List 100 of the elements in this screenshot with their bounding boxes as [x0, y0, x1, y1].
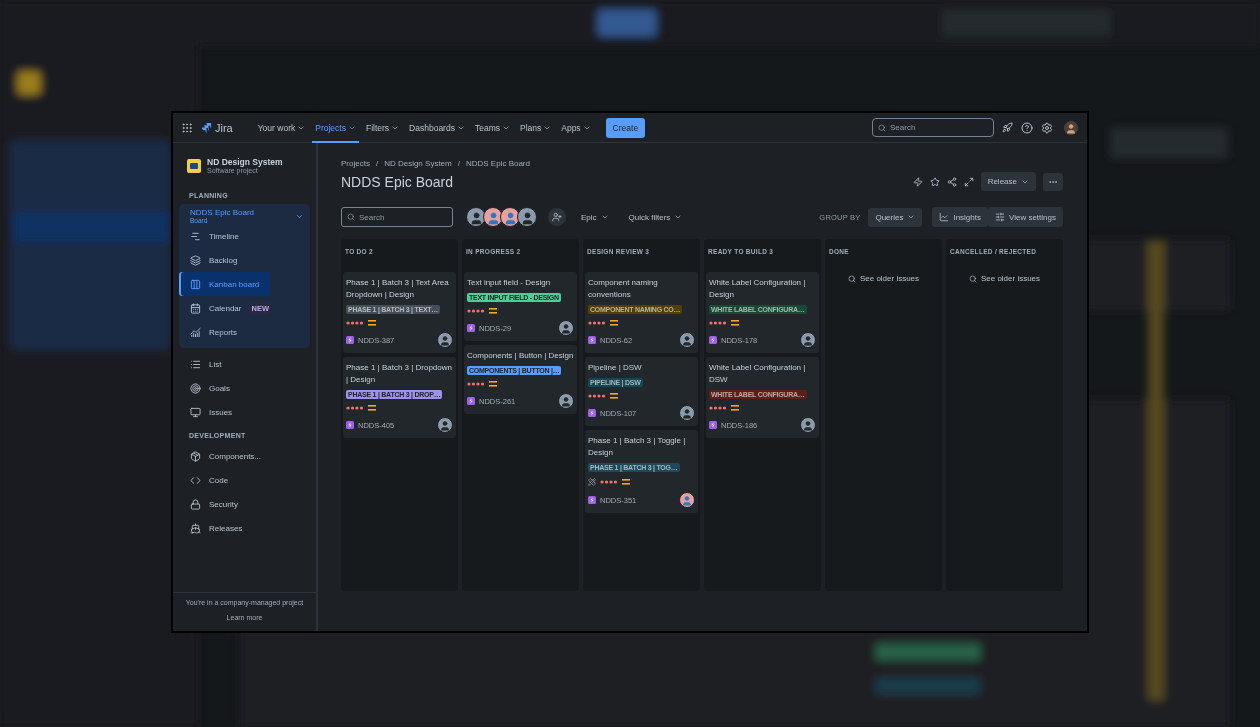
expand-icon[interactable] [963, 176, 974, 187]
avatar[interactable] [466, 207, 486, 227]
search-field[interactable]: Search [341, 207, 453, 227]
sidebar-item[interactable]: List [179, 352, 310, 376]
monitor-icon [190, 406, 201, 418]
equals-icon [368, 320, 376, 326]
see-older-issues-link[interactable]: See older issues [827, 274, 940, 283]
lightning-icon [467, 397, 475, 405]
dots-icon [709, 406, 727, 410]
sidebar-item[interactable]: Issues [179, 400, 310, 424]
search-icon [878, 123, 886, 132]
profile-avatar[interactable] [1063, 119, 1079, 136]
lightning-icon [588, 336, 596, 344]
card-title: Component naming conventions [588, 277, 659, 301]
package-icon [190, 450, 201, 462]
star-icon[interactable] [929, 176, 940, 187]
equals-icon [731, 320, 739, 326]
dots-icon [467, 382, 485, 386]
sidebar-item[interactable]: Security [179, 492, 310, 516]
sliders-icon [995, 212, 1005, 222]
lightning-icon [709, 336, 717, 344]
nav-tab[interactable]: Projects [312, 112, 359, 143]
logo-text: Jira [215, 121, 233, 134]
lightning-icon [346, 421, 354, 429]
settings-icon[interactable] [1041, 121, 1053, 134]
lightning-icon[interactable] [912, 176, 923, 187]
sidebar-item[interactable]: Components... [179, 444, 310, 468]
dots-icon [588, 394, 606, 398]
view-settings-button[interactable]: View settings [988, 207, 1063, 227]
equals-icon [368, 405, 376, 411]
equals-icon [610, 393, 618, 399]
group-by-dropdown[interactable]: Queries [868, 207, 923, 227]
layers-icon [190, 254, 201, 266]
breadcrumb-separator: / [375, 159, 379, 168]
ship-icon [190, 522, 201, 534]
breadcrumb-link[interactable]: NDDS Epic Board [465, 159, 530, 168]
share-icon[interactable] [946, 176, 957, 187]
filter-dropdown[interactable]: Quick filters [622, 208, 689, 226]
lightning-icon [467, 324, 475, 332]
card-title: White Label Configuration | Design [709, 277, 807, 301]
insights-button[interactable]: Insights [932, 207, 988, 227]
nav-tab[interactable]: Your work [254, 112, 309, 143]
nav-tab[interactable]: Apps [558, 112, 594, 143]
equals-icon [489, 381, 497, 387]
dots-icon [346, 321, 364, 325]
nav-tab[interactable]: Teams [471, 112, 513, 143]
card-title: White Label Configuration | DSW [709, 362, 807, 386]
create-button[interactable]: Create [605, 117, 646, 138]
more-button[interactable] [1043, 172, 1063, 191]
logo-icon [201, 122, 212, 133]
page-title: NDDS Epic Board [341, 173, 454, 190]
lightning-icon [709, 421, 717, 429]
sidebar-item[interactable]: Code [179, 468, 310, 492]
sidebar-item[interactable]: Kanban board [179, 272, 271, 296]
project-icon [187, 158, 201, 173]
filter-dropdown[interactable]: Epic [575, 208, 615, 226]
add-people-button[interactable] [547, 207, 567, 227]
sidebar-item[interactable]: Timeline [179, 224, 250, 248]
search-icon [847, 274, 856, 283]
app-switcher-icon[interactable] [181, 121, 193, 134]
columns-icon [190, 278, 201, 290]
nav-tab[interactable]: Filters [362, 112, 403, 143]
see-older-issues-link[interactable]: See older issues [948, 274, 1061, 283]
dots-icon [467, 309, 485, 313]
breadcrumb-link[interactable]: ND Design System [384, 159, 452, 168]
nav-tab[interactable]: Plans [516, 112, 555, 143]
sidebar-item[interactable]: Reports [179, 320, 248, 344]
sidebar-item[interactable]: Goals [179, 376, 310, 400]
breadcrumb-link[interactable]: Projects [341, 159, 370, 168]
timeline-icon [190, 230, 201, 242]
avatar[interactable] [517, 207, 537, 227]
chevron-down-icon [674, 213, 683, 221]
avatar[interactable] [500, 207, 520, 227]
list-icon [190, 358, 201, 370]
sidebar-item[interactable]: Backlog [179, 248, 249, 272]
avatar[interactable] [483, 207, 503, 227]
card-title: Phase 1 | Batch 3 | Toggle | Design [588, 435, 687, 459]
nav-tab[interactable]: Dashboards [406, 112, 468, 143]
equals-icon [622, 479, 630, 485]
card-title: Phase 1 | Batch 3 | Text Area Dropdown | Design [346, 277, 450, 301]
card-title: Text input field - Design [467, 277, 552, 289]
search-icon [347, 213, 355, 221]
lock-icon [190, 498, 201, 510]
rocket-icon[interactable] [1002, 122, 1013, 133]
card-title: Phase 1 | Batch 3 | Dropdown | Design [346, 362, 453, 386]
help-icon[interactable] [1021, 121, 1033, 134]
add-person-icon [552, 212, 562, 222]
target-icon [190, 382, 201, 394]
code-icon [190, 474, 201, 486]
lightning-icon [588, 409, 596, 417]
sidebar-item[interactable]: Releases [179, 516, 310, 540]
equals-icon [610, 320, 618, 326]
dots-icon [709, 321, 727, 325]
release-dropdown[interactable]: Release [980, 172, 1036, 191]
card-title: Pipeline | DSW [588, 362, 643, 374]
equals-icon [731, 405, 739, 411]
chevron-down-icon [907, 213, 916, 221]
dots-icon [588, 321, 606, 325]
search-field[interactable]: Search [872, 118, 994, 137]
card-title: Components | Button | Design [467, 350, 574, 362]
